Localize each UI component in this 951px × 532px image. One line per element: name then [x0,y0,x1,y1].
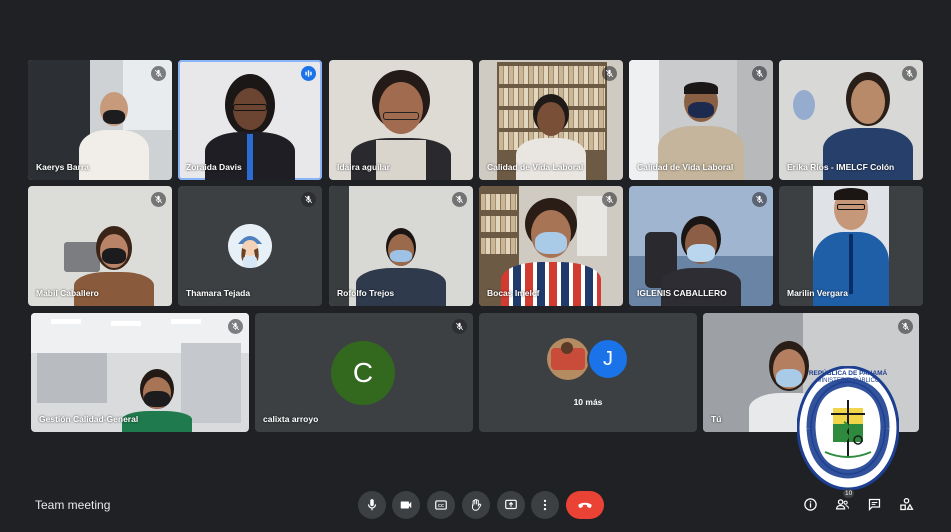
others-count-label: 10 más [573,397,603,407]
svg-text:CC: CC [438,503,444,508]
mic-off-icon [602,192,617,207]
captions-icon: CC [435,500,447,510]
leave-call-button[interactable] [566,491,604,519]
people-count-badge: 10 [843,489,855,498]
present-button[interactable] [497,491,525,519]
camera-button[interactable] [392,491,420,519]
participant-name: Calidad de Vida Laboral [487,162,584,172]
mic-off-icon [228,319,243,334]
speaking-indicator-icon [301,66,316,81]
participant-tile-7[interactable]: Mabil Caballero [28,186,172,306]
others-avatar-photo [547,338,589,380]
more-vert-icon [543,499,547,511]
participant-tile-11[interactable]: IGLENIS CABALLERO [629,186,773,306]
participant-name: Calidad de Vida Laboral [637,162,734,172]
mic-off-icon [301,192,316,207]
participant-tile-3[interactable]: Idaira aguilar [329,60,473,180]
participant-name: Bocas Imelcf [487,288,540,298]
people-button[interactable]: 10 [833,489,855,513]
participant-video [79,90,150,180]
raise-hand-button[interactable] [462,491,490,519]
participant-tile-13[interactable]: Gestión Calidad-General [31,313,249,432]
participant-name: Marilin Vergara [787,288,848,298]
mic-off-icon [902,66,917,81]
participant-tile-1[interactable]: Kaerys Barra [28,60,172,180]
camera-icon [400,501,412,509]
chat-icon [868,498,880,511]
present-icon [505,499,517,510]
participant-name: Tú [711,414,722,424]
participant-name: Zoraida Davis [186,162,242,172]
participant-name: IGLENIS CABALLERO [637,288,727,298]
participant-avatar [228,224,272,268]
participant-name: calixta arroyo [263,414,319,424]
chat-button[interactable] [865,495,883,513]
meeting-details-button[interactable] [801,495,819,513]
mic-off-icon [602,66,617,81]
activities-icon [899,497,914,510]
captions-button[interactable]: CC [427,491,455,519]
seal-top-line: REPÚBLICA DE PANAMÁ [808,370,888,377]
participant-tile-12[interactable]: Marilin Vergara [779,186,923,306]
mic-off-icon [452,319,467,334]
participant-tile-9[interactable]: Rofolfo Trejos [329,186,473,306]
participant-tile-6[interactable]: Erika Rios - IMELCF Colón [779,60,923,180]
participant-name: Thamara Tejada [186,288,251,298]
participant-tile-4[interactable]: Calidad de Vida Laboral [479,60,623,180]
microphone-button[interactable] [358,491,386,519]
mic-off-icon [752,192,767,207]
participant-tile-14[interactable]: C calixta arroyo [255,313,473,432]
raise-hand-icon [472,498,482,511]
participant-name: Idaira aguilar [337,162,390,172]
avatar-initial: J [603,347,613,370]
participant-name: Mabil Caballero [36,288,99,298]
people-icon [835,498,849,509]
hang-up-icon [578,502,592,508]
participant-tile-10[interactable]: Bocas Imelcf [479,186,623,306]
mic-icon [367,499,377,511]
participant-name: Rofolfo Trejos [337,288,395,298]
seal-second-line: MINISTERIO PÚBLICO [816,378,880,384]
avatar-initial: C [352,357,374,388]
info-icon [803,497,817,511]
participant-name: Kaerys Barra [36,162,89,172]
meeting-title: Team meeting [35,498,111,512]
more-options-button[interactable] [531,491,559,519]
mic-off-icon [151,192,166,207]
mic-off-icon [898,319,913,334]
mic-off-icon [752,66,767,81]
participant-tile-2[interactable]: Zoraida Davis [178,60,322,180]
mic-off-icon [151,66,166,81]
activities-button[interactable] [897,495,915,513]
mic-off-icon [452,192,467,207]
institute-seal-logo: REPÚBLICA DE PANAMÁ MINISTERIO PÚBLICO [796,365,900,491]
participant-avatar: C [331,341,395,405]
participant-name: Erika Rios - IMELCF Colón [787,162,895,172]
participant-tile-5[interactable]: Calidad de Vida Laboral [629,60,773,180]
others-avatar-initial: J [587,338,629,380]
participant-name: Gestión Calidad-General [39,414,139,424]
others-tile[interactable]: J 10 más [479,313,697,432]
participant-tile-8[interactable]: Thamara Tejada [178,186,322,306]
